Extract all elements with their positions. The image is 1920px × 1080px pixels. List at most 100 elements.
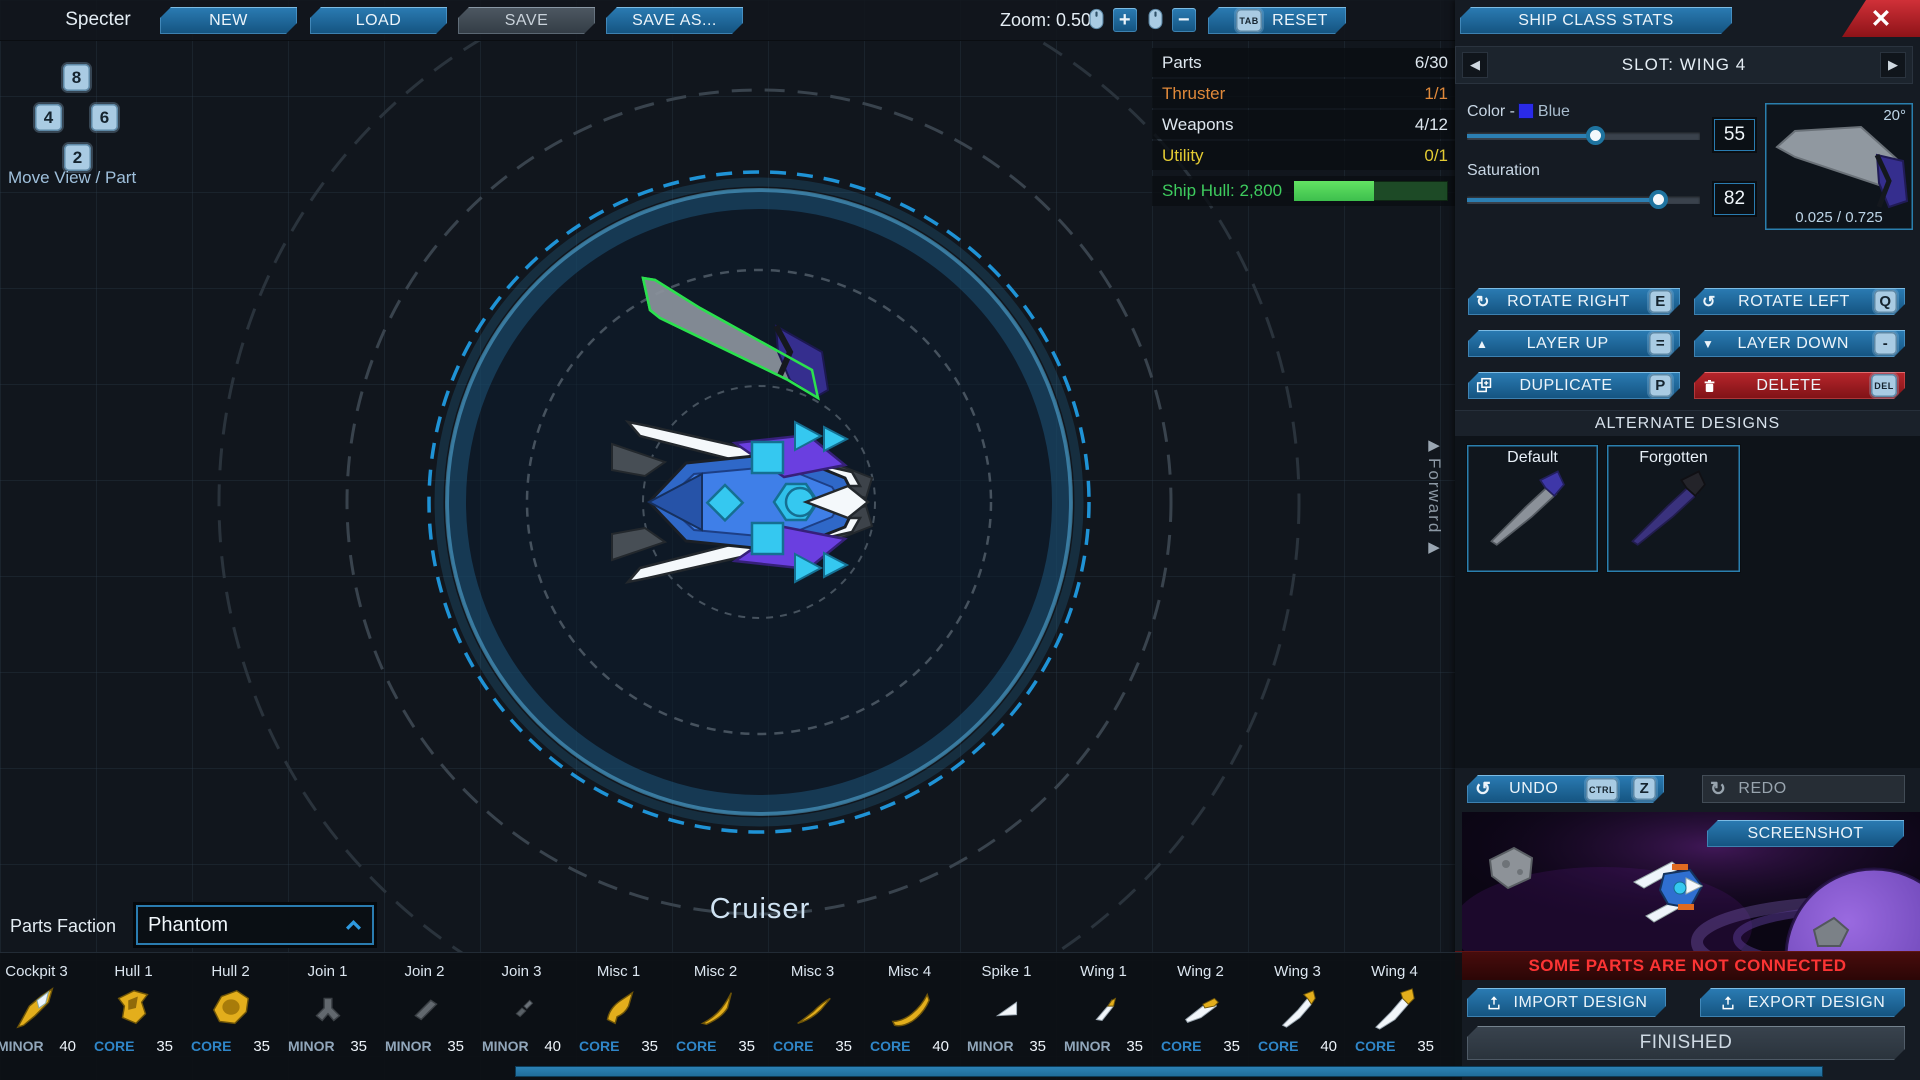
part-type-label: CORE [1161, 1038, 1201, 1055]
move-keys-label: Move View / Part [8, 168, 136, 188]
delete-keycap: DEL [1871, 374, 1897, 397]
part-name: Wing 3 [1249, 963, 1346, 980]
mouse-scroll-up-icon [1089, 7, 1104, 31]
part-name: Cockpit 3 [0, 963, 85, 980]
export-design-button[interactable]: EXPORT DESIGN [1700, 988, 1905, 1017]
part-tile[interactable]: Wing 4 CORE 35 [1346, 956, 1443, 1061]
move-left-key: 4 [35, 104, 62, 131]
parts-faction-value: Phantom [148, 914, 228, 937]
saturation-slider[interactable] [1467, 196, 1700, 204]
part-icon [984, 984, 1030, 1032]
triangle-down-icon: ▼ [1702, 337, 1714, 351]
finished-button[interactable]: FINISHED [1467, 1026, 1905, 1060]
part-icon [1372, 984, 1418, 1032]
part-name: Misc 2 [667, 963, 764, 980]
save-button[interactable]: SAVE [458, 7, 595, 34]
slot-prev-button[interactable]: ◀ [1462, 52, 1488, 78]
color-slider[interactable] [1467, 132, 1700, 140]
import-design-button[interactable]: IMPORT DESIGN [1467, 988, 1666, 1017]
saturation-value-box[interactable]: 82 [1714, 183, 1755, 215]
save-as-button[interactable]: SAVE AS... [606, 7, 743, 34]
part-icon [402, 984, 448, 1032]
parts-scrollbar[interactable] [515, 1066, 1823, 1077]
part-cost: 35 [1126, 1038, 1143, 1055]
rotate-right-button[interactable]: ↻ ROTATE RIGHTE [1468, 288, 1680, 315]
part-tile[interactable]: Join 1 MINOR 35 [279, 956, 376, 1061]
part-name: Wing 4 [1346, 963, 1443, 980]
triangle-up-icon: ▲ [1476, 337, 1488, 351]
zoom-level-label: Zoom: 0.50x [1000, 10, 1100, 31]
part-tile[interactable]: Hull 2 CORE 35 [182, 956, 279, 1061]
part-tile[interactable]: Misc 1 CORE 35 [570, 956, 667, 1061]
parts-faction-dropdown[interactable]: Phantom [136, 905, 374, 945]
stat-row: Weapons 4/12 [1152, 110, 1458, 139]
part-tile[interactable]: Spike 1 MINOR 35 [958, 956, 1055, 1061]
stat-value: 6/30 [1415, 53, 1448, 73]
ship-class-stats-button[interactable]: SHIP CLASS STATS [1460, 7, 1732, 34]
layer-up-button[interactable]: ▲ LAYER UP= [1468, 330, 1680, 357]
part-icon [499, 984, 545, 1032]
saturation-slider-fill [1467, 198, 1658, 202]
layer-up-keycap: = [1649, 332, 1672, 355]
part-name: Wing 2 [1152, 963, 1249, 980]
design-card-forgotten[interactable]: Forgotten [1607, 445, 1740, 572]
alternate-designs-area: Default Forgotten [1455, 436, 1920, 768]
chevron-left-icon: ◀ [1470, 57, 1480, 73]
part-tile[interactable]: Wing 3 CORE 40 [1249, 956, 1346, 1061]
part-cost: 35 [350, 1038, 367, 1055]
slot-next-button[interactable]: ▶ [1880, 52, 1906, 78]
part-tile[interactable]: Join 2 MINOR 35 [376, 956, 473, 1061]
color-slider-knob[interactable] [1586, 126, 1605, 145]
part-tile[interactable]: Wing 1 MINOR 35 [1055, 956, 1152, 1061]
ship-hull-row: Ship Hull: 2,800 [1152, 176, 1458, 206]
saturation-slider-knob[interactable] [1649, 190, 1668, 209]
part-tile[interactable]: Join 3 MINOR 40 [473, 956, 570, 1061]
undo-button[interactable]: ↺ UNDO CTRL Z [1467, 775, 1664, 803]
move-right-key: 6 [91, 104, 118, 131]
redo-icon: ↻ [1710, 778, 1726, 801]
load-button[interactable]: LOAD [310, 7, 447, 34]
slot-title: SLOT: WING 4 [1622, 55, 1746, 75]
saturation-label: Saturation [1467, 162, 1540, 180]
zoom-out-button[interactable]: − [1172, 8, 1196, 32]
part-type-label: CORE [1355, 1038, 1395, 1055]
part-tile[interactable]: Wing 2 CORE 35 [1152, 956, 1249, 1061]
part-type-label: CORE [1258, 1038, 1298, 1055]
redo-button[interactable]: ↻ REDO [1702, 775, 1905, 803]
close-icon: ✕ [1871, 4, 1892, 34]
ship-hull-label: Ship Hull: [1162, 181, 1235, 201]
part-tile[interactable]: Misc 2 CORE 35 [667, 956, 764, 1061]
part-cost: 35 [1417, 1038, 1434, 1055]
part-cost: 40 [932, 1038, 949, 1055]
screenshot-button[interactable]: SCREENSHOT [1707, 820, 1904, 847]
part-icon [1081, 984, 1127, 1032]
part-type-label: MINOR [482, 1038, 529, 1055]
color-name: Blue [1538, 103, 1570, 120]
zoom-in-button[interactable]: + [1113, 8, 1137, 32]
part-name: Hull 1 [85, 963, 182, 980]
move-down-key: 2 [64, 144, 91, 171]
part-tile[interactable]: Cockpit 3 MINOR 40 [0, 956, 85, 1061]
forward-arrow-icon: ▶ [1428, 538, 1440, 556]
rotate-left-button[interactable]: ↺ ROTATE LEFTQ [1694, 288, 1905, 315]
reset-view-button[interactable]: TAB RESET [1208, 7, 1346, 34]
design-card-default[interactable]: Default [1467, 445, 1598, 572]
ship-hull-value: 2,800 [1240, 181, 1283, 201]
delete-button[interactable]: DELETE DEL [1694, 372, 1905, 399]
chevron-up-icon [345, 920, 362, 931]
part-name: Misc 1 [570, 963, 667, 980]
rotate-right-keycap: E [1649, 290, 1672, 313]
z-keycap: Z [1633, 777, 1656, 800]
layer-down-button[interactable]: ▼ LAYER DOWN- [1694, 330, 1905, 357]
part-tile[interactable]: Hull 1 CORE 35 [85, 956, 182, 1061]
part-tile[interactable]: Misc 3 CORE 35 [764, 956, 861, 1061]
part-tile[interactable]: Misc 4 CORE 40 [861, 956, 958, 1061]
duplicate-button[interactable]: DUPLICATE P [1468, 372, 1680, 399]
new-button[interactable]: NEW [160, 7, 297, 34]
part-cost: 35 [1029, 1038, 1046, 1055]
color-value-box[interactable]: 55 [1714, 119, 1755, 151]
part-icon [887, 984, 933, 1032]
part-icon [790, 984, 836, 1032]
forward-arrow-icon: ▶ [1428, 436, 1440, 454]
stat-label: Weapons [1162, 115, 1234, 135]
